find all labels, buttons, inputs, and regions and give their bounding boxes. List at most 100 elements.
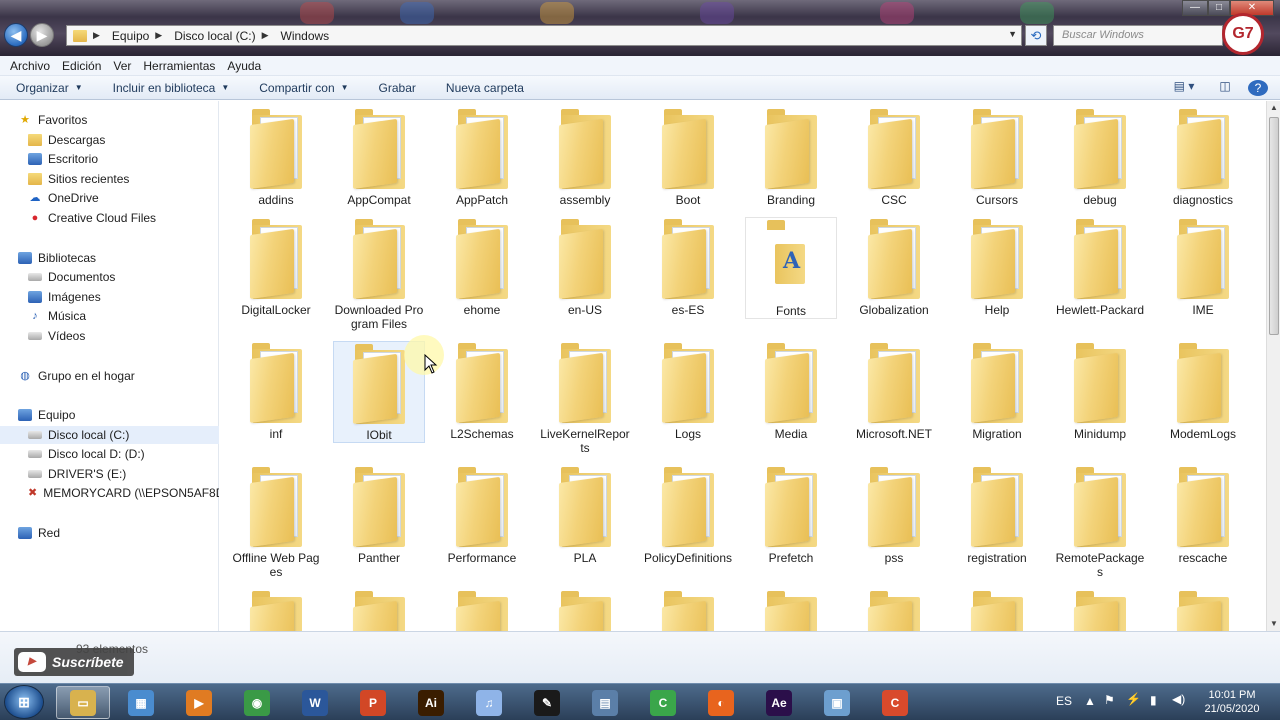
folder-item[interactable]: PolicyDefinitions <box>642 465 734 565</box>
nav-onedrive[interactable]: ☁ OneDrive <box>28 189 247 207</box>
taskbar-app-camtasia[interactable]: C <box>636 686 690 719</box>
folder-item[interactable]: Migration <box>951 341 1043 441</box>
folder-item-partial[interactable] <box>436 589 528 631</box>
taskbar-app-camtasia-recorder[interactable]: C <box>868 686 922 719</box>
folder-item[interactable]: Cursors <box>951 107 1043 207</box>
nav-red[interactable]: Red <box>18 524 237 542</box>
folder-item[interactable]: pss <box>848 465 940 565</box>
folder-item[interactable]: Prefetch <box>745 465 837 565</box>
folder-item[interactable]: CSC <box>848 107 940 207</box>
scrollbar-thumb[interactable] <box>1269 117 1279 335</box>
nav-disco-local-d[interactable]: Disco local D: (D:) <box>28 445 247 463</box>
include-library-button[interactable]: Incluir en biblioteca ▼ <box>97 81 244 95</box>
folder-item[interactable]: Minidump <box>1054 341 1146 441</box>
taskbar-app-inkscape[interactable]: ✎ <box>520 686 574 719</box>
network-signal-icon[interactable]: ▮ <box>1150 693 1157 707</box>
folder-item[interactable]: Logs <box>642 341 734 441</box>
scroll-up-icon[interactable]: ▲ <box>1267 101 1280 115</box>
nav-descargas[interactable]: Descargas <box>28 131 247 149</box>
nav-memorycard[interactable]: ✖ MEMORYCARD (\\EPSON5AF8D7) <box>28 484 219 502</box>
taskbar-app-control-panel[interactable]: ▦ <box>114 686 168 719</box>
menu-ver[interactable]: Ver <box>107 59 137 73</box>
preview-pane-icon[interactable]: ◫ <box>1214 79 1236 97</box>
taskbar-app-illustrator[interactable]: Ai <box>404 686 458 719</box>
folder-item[interactable]: Globalization <box>848 217 940 317</box>
nav-grupo-hogar[interactable]: ◍ Grupo en el hogar <box>18 367 237 385</box>
folder-item[interactable]: A Fonts <box>745 217 837 319</box>
power-icon[interactable]: ⚡ <box>1126 692 1141 706</box>
burn-button[interactable]: Grabar <box>363 81 430 95</box>
folder-item[interactable]: PLA <box>539 465 631 565</box>
folder-item-partial[interactable] <box>1054 589 1146 631</box>
taskbar-app-itunes[interactable]: ♫ <box>462 686 516 719</box>
taskbar-app-media-player[interactable]: ▶ <box>172 686 226 719</box>
taskbar-app-network-tool[interactable]: ▤ <box>578 686 632 719</box>
folder-item[interactable]: IME <box>1157 217 1249 317</box>
scroll-down-icon[interactable]: ▼ <box>1267 617 1280 631</box>
folder-item[interactable]: LiveKernelReports <box>539 341 631 455</box>
new-folder-button[interactable]: Nueva carpeta <box>430 81 538 95</box>
breadcrumb-equipo[interactable]: Equipo ▶ <box>106 29 168 43</box>
nav-equipo[interactable]: Equipo <box>18 406 237 424</box>
show-hidden-icons[interactable]: ▲ <box>1084 694 1096 708</box>
share-button[interactable]: Compartir con ▼ <box>243 81 362 95</box>
back-button[interactable]: ◀ <box>4 23 28 47</box>
nav-sitios-recientes[interactable]: Sitios recientes <box>28 170 247 188</box>
folder-item[interactable]: inf <box>230 341 322 441</box>
breadcrumb-windows[interactable]: Windows <box>275 29 336 43</box>
nav-escritorio[interactable]: Escritorio <box>28 150 247 168</box>
menu-herramientas[interactable]: Herramientas <box>137 59 221 73</box>
folder-item-partial[interactable] <box>951 589 1043 631</box>
nav-disco-local-c[interactable]: Disco local (C:) <box>0 426 219 444</box>
folder-item[interactable]: diagnostics <box>1157 107 1249 207</box>
folder-item-partial[interactable] <box>848 589 940 631</box>
address-bar[interactable]: ▶ Equipo ▶ Disco local (C:) ▶ Windows ▼ <box>66 25 1022 46</box>
refresh-button[interactable]: ⟲ <box>1025 25 1047 46</box>
folder-item[interactable]: Offline Web Pages <box>230 465 322 579</box>
folder-item[interactable]: Panther <box>333 465 425 565</box>
help-icon[interactable]: ? <box>1248 80 1268 96</box>
folder-item[interactable]: debug <box>1054 107 1146 207</box>
folder-item-partial[interactable] <box>1157 589 1249 631</box>
folder-item[interactable]: addins <box>230 107 322 207</box>
folder-item-partial[interactable] <box>539 589 631 631</box>
organize-button[interactable]: Organizar ▼ <box>0 81 97 95</box>
taskbar-app-chrome[interactable]: ◉ <box>230 686 284 719</box>
folder-item[interactable]: Help <box>951 217 1043 317</box>
view-options-icon[interactable]: ▤ ▾ <box>1166 79 1202 97</box>
menu-archivo[interactable]: Archivo <box>4 59 56 73</box>
nav-drivers-e[interactable]: DRIVER'S (E:) <box>28 465 247 483</box>
nav-bibliotecas[interactable]: Bibliotecas <box>18 249 237 267</box>
folder-item-partial[interactable] <box>745 589 837 631</box>
folder-item[interactable]: Hewlett-Packard <box>1054 217 1146 317</box>
folder-item[interactable]: Microsoft.NET <box>848 341 940 441</box>
folder-item[interactable]: rescache <box>1157 465 1249 565</box>
taskbar-app-powerpoint[interactable]: P <box>346 686 400 719</box>
nav-imagenes[interactable]: Imágenes <box>28 288 247 306</box>
nav-favorites[interactable]: ★ Favoritos <box>18 111 237 129</box>
nav-creative-cloud[interactable]: ● Creative Cloud Files <box>28 209 247 227</box>
folder-item[interactable]: RemotePackages <box>1054 465 1146 579</box>
nav-musica[interactable]: ♪ Música <box>28 307 247 325</box>
folder-item[interactable]: DigitalLocker <box>230 217 322 317</box>
taskbar-app-firefox[interactable]: ◐ <box>694 686 748 719</box>
folder-item[interactable]: Performance <box>436 465 528 565</box>
taskbar-app-file-explorer[interactable]: ▭ <box>56 686 110 719</box>
nav-videos[interactable]: Vídeos <box>28 327 247 345</box>
taskbar-app-photo-viewer[interactable]: ▣ <box>810 686 864 719</box>
taskbar-app-after-effects[interactable]: Ae <box>752 686 806 719</box>
folder-item[interactable]: ehome <box>436 217 528 317</box>
folder-item[interactable]: Downloaded Program Files <box>333 217 425 331</box>
vertical-scrollbar[interactable]: ▲ ▼ <box>1266 101 1280 631</box>
clock[interactable]: 10:01 PM 21/05/2020 <box>1200 688 1264 716</box>
folder-item[interactable]: registration <box>951 465 1043 565</box>
folder-item[interactable]: Branding <box>745 107 837 207</box>
folder-item[interactable]: ModemLogs <box>1157 341 1249 441</box>
folder-item[interactable]: es-ES <box>642 217 734 317</box>
start-button[interactable]: ⊞ <box>4 685 44 719</box>
folder-item[interactable]: Media <box>745 341 837 441</box>
folder-item[interactable]: AppPatch <box>436 107 528 207</box>
taskbar-app-word[interactable]: W <box>288 686 342 719</box>
folder-item[interactable]: L2Schemas <box>436 341 528 441</box>
menu-ayuda[interactable]: Ayuda <box>221 59 267 73</box>
